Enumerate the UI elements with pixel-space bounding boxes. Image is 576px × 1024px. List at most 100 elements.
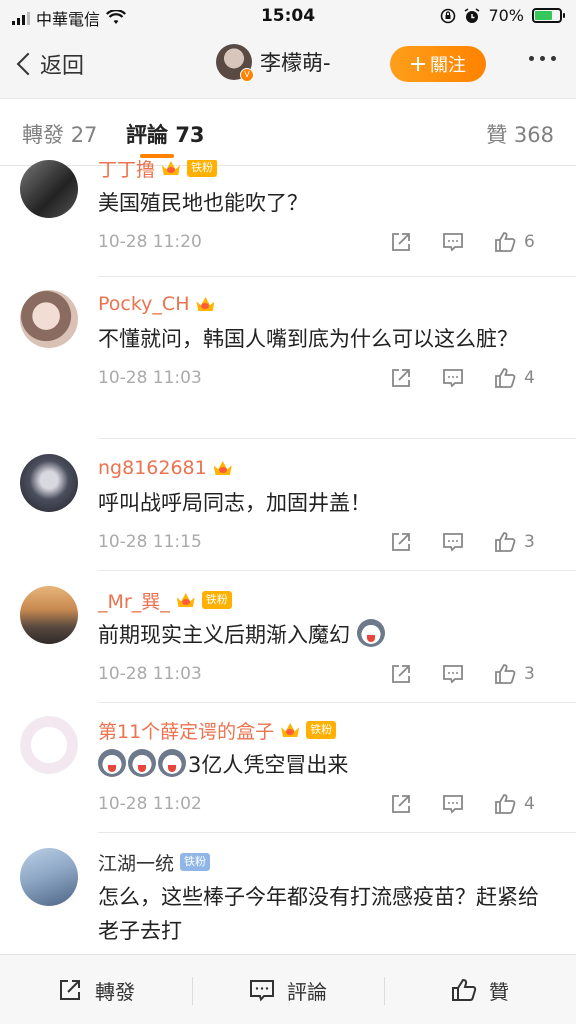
divider <box>98 702 576 703</box>
bottom-action-bar: 轉發 評論 贊 <box>0 954 576 1024</box>
bottom-like-label: 贊 <box>489 979 509 1004</box>
crown-icon <box>176 592 196 608</box>
comment-button[interactable] <box>442 790 494 818</box>
crown-icon <box>161 160 181 176</box>
bottom-like-button[interactable]: 贊 <box>384 955 576 1024</box>
like-button[interactable]: 3 <box>494 528 554 556</box>
comment-button[interactable] <box>442 228 494 256</box>
comment-button[interactable] <box>442 528 494 556</box>
comment-icon <box>443 233 463 252</box>
comment-text: 怎么，这些棒子今年都没有打流感疫苗？赶紧给老子去打 <box>98 885 539 943</box>
alarm-icon <box>464 7 480 23</box>
comment-username[interactable]: 丁丁撸 <box>98 160 155 182</box>
tab-like-label: 贊 <box>486 123 508 147</box>
emoji-icon <box>98 749 126 777</box>
comment-time: 10-28 11:03 <box>98 368 202 388</box>
share-icon <box>392 369 410 387</box>
share-button[interactable] <box>390 660 442 688</box>
share-button[interactable] <box>390 528 442 556</box>
back-chevron-icon <box>16 52 40 76</box>
comment-button[interactable] <box>442 660 494 688</box>
like-icon <box>495 664 516 684</box>
like-icon <box>495 368 516 388</box>
comment-username[interactable]: _Mr_巽_ <box>98 587 170 614</box>
share-icon <box>60 980 80 1000</box>
nav-user-name: 李檬萌- <box>260 51 331 75</box>
like-icon <box>495 532 516 552</box>
comment-text-content: 前期现实主义后期渐入魔幻 <box>98 623 350 647</box>
comment-text: 呼叫战呼局同志，加固井盖！ <box>98 491 371 515</box>
emoji-icon <box>128 749 156 777</box>
tab-repost[interactable]: 轉發 27 <box>22 119 97 149</box>
comment-time: 10-28 11:02 <box>98 794 202 814</box>
back-button[interactable]: 返回 <box>14 48 84 80</box>
comment-body: Pocky_CH 不懂就问，韩国人嘴到底为什么可以这么脏？ 10-28 11:0… <box>98 290 554 394</box>
divider <box>98 570 576 571</box>
bottom-repost-label: 轉發 <box>95 979 135 1004</box>
share-icon <box>392 233 410 251</box>
avatar[interactable] <box>20 160 78 218</box>
bottom-repost-button[interactable]: 轉發 <box>0 955 192 1024</box>
tab-like[interactable]: 贊 368 <box>486 119 554 149</box>
tab-comment-label: 評論 <box>126 123 168 147</box>
share-icon <box>392 533 410 551</box>
comment-username[interactable]: 第11个薛定谔的盒子 <box>98 717 274 744</box>
like-button[interactable]: 6 <box>494 228 554 256</box>
nav-bar: 返回 V 李檬萌- 關注 <box>0 34 576 98</box>
comment-button[interactable] <box>442 364 494 392</box>
nav-user[interactable]: V 李檬萌- <box>216 44 331 82</box>
like-count: 4 <box>524 368 535 388</box>
comment-body: 江湖一统 铁粉 怎么，这些棒子今年都没有打流感疫苗？赶紧给老子去打 <box>98 848 554 948</box>
fan-badge: 铁粉 <box>180 853 211 871</box>
follow-button[interactable]: 關注 <box>390 46 486 82</box>
comment-body: 第11个薛定谔的盒子 铁粉 3亿人凭空冒出来 10-28 11:02 4 <box>98 716 554 820</box>
plus-icon <box>411 57 425 71</box>
like-count: 6 <box>524 232 535 252</box>
follow-label: 關注 <box>430 55 466 76</box>
like-count: 3 <box>524 664 535 684</box>
tab-comment[interactable]: 評論 73 <box>126 119 205 149</box>
comment-icon <box>443 533 463 552</box>
crown-icon <box>213 460 233 476</box>
verified-badge-icon: V <box>240 68 254 82</box>
fan-badge: 铁粉 <box>306 721 337 739</box>
comment-time: 10-28 11:03 <box>98 664 202 684</box>
comment-username[interactable]: 江湖一统 <box>98 849 174 876</box>
avatar[interactable] <box>20 716 78 774</box>
tab-repost-label: 轉發 <box>22 123 64 147</box>
share-button[interactable] <box>390 228 442 256</box>
like-button[interactable]: 4 <box>494 364 554 392</box>
battery-icon <box>532 8 565 23</box>
comment-username[interactable]: ng8162681 <box>98 457 207 479</box>
comment-username[interactable]: Pocky_CH <box>98 293 189 315</box>
emoji-icon <box>356 619 385 647</box>
more-icon[interactable] <box>529 56 556 61</box>
comment-text: 美国殖民地也能吹了？ <box>98 191 308 215</box>
share-icon <box>392 665 410 683</box>
like-icon <box>495 794 516 814</box>
like-button[interactable]: 4 <box>494 790 554 818</box>
comment-list[interactable]: 丁丁撸 铁粉 美国殖民地也能吹了？ 10-28 11:20 6 Pocky_CH <box>0 160 576 954</box>
fan-badge: 铁粉 <box>187 160 218 177</box>
share-button[interactable] <box>390 364 442 392</box>
crown-icon <box>280 722 300 738</box>
like-button[interactable]: 3 <box>494 660 554 688</box>
tab-like-count: 368 <box>513 123 554 147</box>
bottom-comment-button[interactable]: 評論 <box>192 955 384 1024</box>
like-count: 3 <box>524 532 535 552</box>
comment-body: 丁丁撸 铁粉 美国殖民地也能吹了？ 10-28 11:20 6 <box>98 160 554 258</box>
avatar[interactable] <box>20 848 78 906</box>
lock-rotation-icon <box>441 8 456 23</box>
avatar[interactable] <box>20 290 78 348</box>
divider <box>98 438 576 439</box>
avatar[interactable] <box>20 586 78 644</box>
comment-body: _Mr_巽_ 铁粉 前期现实主义后期渐入魔幻 10-28 11:03 3 <box>98 586 554 690</box>
comment-icon <box>250 980 274 1002</box>
avatar[interactable] <box>20 454 78 512</box>
comment-body: ng8162681 呼叫战呼局同志，加固井盖！ 10-28 11:15 3 <box>98 454 554 558</box>
tab-comment-count: 73 <box>175 123 205 147</box>
emoji-icon <box>158 749 186 777</box>
share-button[interactable] <box>390 790 442 818</box>
comment-icon <box>443 369 463 388</box>
battery-percent: 70% <box>488 6 524 25</box>
